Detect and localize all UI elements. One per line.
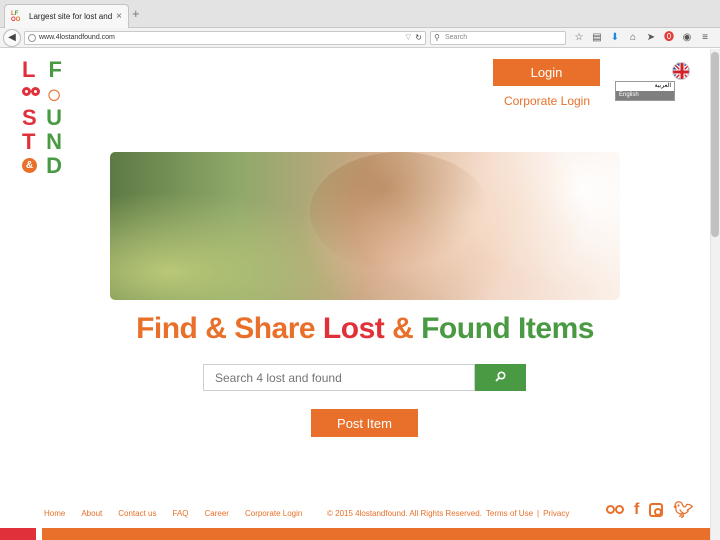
logo-letter: T: [22, 129, 36, 154]
language-option-arabic[interactable]: العربية: [616, 82, 674, 91]
headline-find-share: Find & Share: [136, 312, 323, 345]
site-logo[interactable]: LF ○ SU TN & D: [22, 58, 62, 178]
facebook-icon[interactable]: f: [634, 501, 639, 519]
footer-link-faq[interactable]: FAQ: [173, 509, 189, 518]
star-icon[interactable]: ☆: [572, 31, 586, 45]
menu-icon[interactable]: ≡: [698, 31, 712, 45]
logo-letter-o: ○: [46, 79, 62, 109]
url-text: www.4lostandfound.com: [39, 34, 115, 41]
uk-flag-icon[interactable]: [672, 62, 690, 80]
headline-ampersand: &: [384, 312, 422, 345]
search-icon: ⚲: [434, 33, 440, 42]
binoculars-icon: [22, 87, 40, 101]
footer-link-contact[interactable]: Contact us: [118, 509, 156, 518]
footer-nav: Home About Contact us FAQ Career Corpora…: [44, 509, 302, 518]
language-dropdown[interactable]: العربية English: [615, 81, 675, 101]
browser-nav-bar: ◀ www.4lostandfound.com ▽ ↻ ⚲ Search ☆ ▤…: [0, 28, 720, 48]
logo-letter: L: [22, 57, 36, 82]
logo-letter: S: [22, 105, 37, 130]
globe-icon: [28, 34, 36, 42]
login-button[interactable]: Login: [493, 59, 600, 86]
browser-tab[interactable]: LFOO Largest site for lost and fou… ×: [4, 4, 129, 28]
site-favicon: LF OO: [11, 10, 21, 23]
browser-toolbar-icons: ☆ ▤ ⬇ ⌂ ➤ ⓿ ◉ ≡: [572, 31, 712, 45]
chat-icon[interactable]: ◉: [680, 31, 694, 45]
logo-letter: N: [46, 129, 62, 154]
url-dropdown-icon[interactable]: ▽: [406, 32, 411, 44]
reload-icon[interactable]: ↻: [415, 32, 422, 44]
close-tab-icon[interactable]: ×: [116, 11, 122, 22]
logo-letter: D: [46, 153, 62, 178]
footer-separator: |: [537, 509, 540, 518]
terms-link[interactable]: Terms of Use: [486, 509, 533, 518]
clipboard-icon[interactable]: ▤: [590, 31, 604, 45]
tab-title: Largest site for lost and fou…: [29, 12, 113, 21]
pinterest-icon[interactable]: ⓿: [662, 31, 676, 45]
home-icon[interactable]: ⌂: [626, 31, 640, 45]
twitter-icon[interactable]: 🐦︎: [673, 500, 693, 520]
back-arrow-icon[interactable]: ◀: [3, 29, 21, 47]
hero-image-detail: [310, 152, 490, 272]
hero-image: [110, 152, 620, 300]
copyright-text: © 2015 4lostandfound. All Rights Reserve…: [327, 509, 482, 518]
logo-ampersand: &: [22, 158, 37, 173]
footer-bar-orange: [42, 528, 710, 540]
headline-lost: Lost: [322, 312, 385, 345]
page-scrollbar-thumb[interactable]: [711, 52, 719, 237]
browser-search-bar[interactable]: ⚲ Search: [430, 31, 566, 45]
search-button[interactable]: [475, 364, 526, 391]
search-input[interactable]: [203, 364, 475, 391]
footer-link-corporate-login[interactable]: Corporate Login: [245, 509, 302, 518]
footer-copyright: © 2015 4lostandfound. All Rights Reserve…: [327, 509, 569, 518]
new-tab-button[interactable]: +: [132, 6, 140, 21]
footer-link-home[interactable]: Home: [44, 509, 65, 518]
footer-link-about[interactable]: About: [81, 509, 102, 518]
binoculars-icon[interactable]: [606, 505, 624, 515]
headline-found-items: Found Items: [421, 312, 594, 345]
language-option-english[interactable]: English: [616, 91, 674, 100]
post-item-button[interactable]: Post Item: [311, 409, 418, 437]
corporate-login-link[interactable]: Corporate Login: [493, 94, 601, 108]
instagram-icon[interactable]: [649, 503, 664, 517]
social-icons: f 🐦︎: [606, 500, 694, 520]
browser-tab-bar: LFOO Largest site for lost and fou… × +: [0, 0, 720, 28]
logo-letter: U: [46, 105, 62, 130]
send-icon[interactable]: ➤: [644, 31, 658, 45]
footer-link-career[interactable]: Career: [205, 509, 229, 518]
download-icon[interactable]: ⬇: [608, 31, 622, 45]
search-icon: [495, 370, 506, 382]
footer-bar-red: [0, 528, 36, 540]
page-headline: Find & Share Lost & Found Items: [0, 312, 720, 346]
privacy-link[interactable]: Privacy: [543, 509, 569, 518]
url-bar[interactable]: www.4lostandfound.com ▽ ↻: [24, 31, 426, 45]
browser-search-placeholder: Search: [445, 34, 468, 41]
